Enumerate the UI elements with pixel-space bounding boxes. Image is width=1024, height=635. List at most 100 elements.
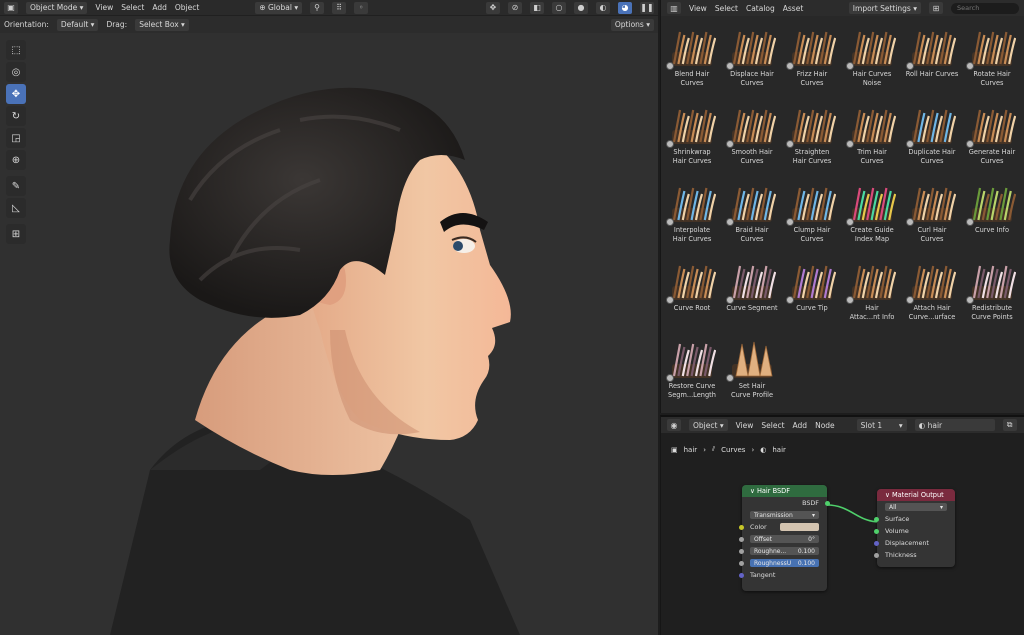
node-menu-add[interactable]: Add: [793, 421, 808, 430]
shading-rendered-icon[interactable]: ◕: [618, 1, 632, 14]
fake-user-icon[interactable]: ⧉: [1002, 419, 1017, 431]
asset-menu-select[interactable]: Select: [715, 4, 738, 13]
pivot-icon[interactable]: ⚲: [310, 1, 325, 14]
move-icon[interactable]: ✥: [6, 84, 26, 104]
asset-item[interactable]: Curve Tip: [783, 258, 841, 332]
annotate-icon[interactable]: ✎: [6, 176, 26, 196]
asset-item[interactable]: Restore Curve Segm...Length: [663, 336, 721, 410]
overlay-icon[interactable]: ⊘: [508, 1, 522, 14]
color-input-socket[interactable]: [739, 524, 744, 530]
asset-item[interactable]: Rotate Hair Curves: [963, 24, 1021, 98]
transform-orientation[interactable]: ⊕ Global ▾: [255, 1, 303, 14]
displacement-input-socket[interactable]: [874, 540, 879, 546]
cube-icon[interactable]: ▣: [4, 1, 18, 14]
3d-viewport[interactable]: ▣ Object Mode ▾ View Select Add Object ⊕…: [0, 0, 658, 635]
asset-item[interactable]: Curve Segment: [723, 258, 781, 332]
roughness-u-input-socket[interactable]: [739, 548, 744, 554]
asset-item[interactable]: Create Guide Index Map: [843, 180, 901, 254]
asset-menu-catalog[interactable]: Catalog: [746, 4, 775, 13]
slot-select[interactable]: Slot 1 ▾: [856, 419, 907, 431]
roughness-v-input-socket[interactable]: [739, 560, 744, 566]
output-target-select[interactable]: All ▾: [885, 503, 947, 511]
asset-editor-icon[interactable]: ▥: [667, 2, 681, 14]
snap-icon[interactable]: ⠿: [332, 1, 347, 14]
asset-item[interactable]: Smooth Hair Curves: [723, 102, 781, 176]
asset-menu-view[interactable]: View: [689, 4, 707, 13]
transform-icon[interactable]: ⊕: [6, 150, 26, 170]
proportional-icon[interactable]: ◦: [354, 1, 369, 14]
material-output-header[interactable]: ∨ Material Output: [877, 489, 955, 501]
orientation-select[interactable]: Default ▾: [56, 18, 99, 31]
roughness-v-field[interactable]: RoughnessU 0.100: [750, 559, 819, 567]
shading-solid-icon[interactable]: ●: [574, 1, 588, 14]
node-menu-select[interactable]: Select: [761, 421, 784, 430]
shader-editor[interactable]: ◉ Object ▾ View Select Add Node Slot 1 ▾ …: [660, 415, 1024, 635]
rotate-icon[interactable]: ↻: [6, 106, 26, 126]
asset-browser[interactable]: ▥ View Select Catalog Asset Import Setti…: [660, 0, 1024, 413]
scale-icon[interactable]: ◲: [6, 128, 26, 148]
asset-item[interactable]: Duplicate Hair Curves: [903, 102, 961, 176]
offset-input-socket[interactable]: [739, 536, 744, 542]
node-menu-node[interactable]: Node: [815, 421, 835, 430]
mode-selector[interactable]: Object Mode ▾: [26, 1, 88, 14]
surface-input-socket[interactable]: [874, 516, 879, 522]
hair-curves-icon: [792, 265, 837, 300]
display-mode-icon[interactable]: ⊞: [929, 2, 943, 14]
asset-item[interactable]: Trim Hair Curves: [843, 102, 901, 176]
roughness-u-field[interactable]: Roughne... 0.100: [750, 547, 819, 555]
asset-item[interactable]: Displace Hair Curves: [723, 24, 781, 98]
hair-mode-select[interactable]: Transmission ▾: [750, 511, 819, 519]
node-editor-icon[interactable]: ◉: [667, 419, 681, 431]
menu-add[interactable]: Add: [152, 3, 167, 12]
drag-select[interactable]: Select Box ▾: [135, 18, 189, 31]
asset-item[interactable]: Braid Hair Curves: [723, 180, 781, 254]
cursor-icon[interactable]: ◎: [6, 62, 26, 82]
asset-item[interactable]: Attach Hair Curve...urface: [903, 258, 961, 332]
volume-input-socket[interactable]: [874, 528, 879, 534]
import-settings-button[interactable]: Import Settings ▾: [848, 2, 921, 14]
pause-icon[interactable]: ❚❚: [640, 1, 654, 14]
material-output-node[interactable]: ∨ Material Output All ▾ Surface Volume Di…: [874, 489, 955, 567]
asset-item[interactable]: Redistribute Curve Points: [963, 258, 1021, 332]
shading-material-icon[interactable]: ◐: [596, 1, 610, 14]
asset-item[interactable]: Clump Hair Curves: [783, 180, 841, 254]
asset-thumbnail: [786, 258, 837, 304]
menu-select[interactable]: Select: [121, 3, 144, 12]
asset-item[interactable]: Hair Curves Noise: [843, 24, 901, 98]
asset-item[interactable]: Curve Root: [663, 258, 721, 332]
menu-view[interactable]: View: [95, 3, 113, 12]
asset-item[interactable]: Blend Hair Curves: [663, 24, 721, 98]
asset-item[interactable]: Shrinkwrap Hair Curves: [663, 102, 721, 176]
xray-icon[interactable]: ◧: [530, 1, 544, 14]
asset-item[interactable]: Set Hair Curve Profile: [723, 336, 781, 410]
offset-field[interactable]: Offset 0°: [750, 535, 819, 543]
thickness-input-socket[interactable]: [874, 552, 879, 558]
select-box-icon[interactable]: ⬚: [6, 40, 26, 60]
asset-item[interactable]: Interpolate Hair Curves: [663, 180, 721, 254]
add-cube-icon[interactable]: ⊞: [6, 224, 26, 244]
gizmo-icon[interactable]: ✥: [486, 1, 500, 14]
bsdf-output-socket[interactable]: [825, 500, 830, 506]
color-swatch[interactable]: [780, 523, 819, 531]
asset-item[interactable]: Curl Hair Curves: [903, 180, 961, 254]
material-select[interactable]: ◐ hair: [914, 419, 995, 431]
asset-menu-asset[interactable]: Asset: [783, 4, 804, 13]
asset-item[interactable]: Hair Attac...nt Info: [843, 258, 901, 332]
measure-icon[interactable]: ◺: [6, 198, 26, 218]
node-object-select[interactable]: Object ▾: [689, 419, 728, 431]
hair-bsdf-node[interactable]: ∨ Hair BSDF BSDF Transmission ▾ Color Off…: [739, 485, 830, 591]
asset-item[interactable]: Roll Hair Curves: [903, 24, 961, 98]
hair-curves-icon: [792, 109, 837, 144]
asset-item[interactable]: Frizz Hair Curves: [783, 24, 841, 98]
node-menu-view[interactable]: View: [736, 421, 754, 430]
shading-wireframe-icon[interactable]: ○: [552, 1, 566, 14]
asset-item[interactable]: Generate Hair Curves: [963, 102, 1021, 176]
asset-search-input[interactable]: [951, 2, 1019, 14]
hair-bsdf-header[interactable]: ∨ Hair BSDF: [742, 485, 827, 497]
options-button[interactable]: Options ▾: [610, 18, 654, 31]
asset-item[interactable]: Curve Info: [963, 180, 1021, 254]
hair-curves-icon: [672, 343, 717, 378]
menu-object[interactable]: Object: [175, 3, 199, 12]
tangent-input-socket[interactable]: [739, 572, 744, 578]
asset-item[interactable]: Straighten Hair Curves: [783, 102, 841, 176]
